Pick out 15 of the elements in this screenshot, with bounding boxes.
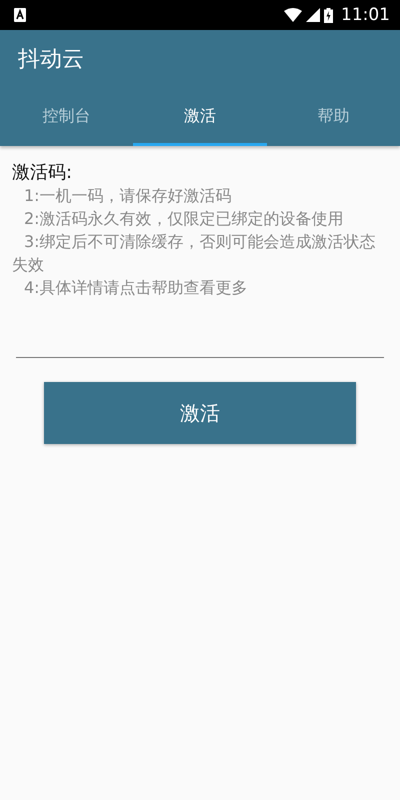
note-text: 3:绑定后不可清除缓存，否则可能会造成激活状态失效 [12, 231, 377, 276]
section-title: 激活码: [12, 161, 72, 184]
note-text: 2:激活码永久有效，仅限定已绑定的设备使用 [23, 208, 345, 230]
wifi-icon [284, 8, 302, 22]
clock-time: 11:01 [341, 5, 390, 25]
note-text: 1:一机一码，请保存好激活码 [23, 185, 233, 207]
signal-icon [306, 8, 320, 22]
app-title: 抖动云 [17, 46, 84, 74]
tab[interactable]: 帮助 [266, 88, 400, 146]
app-notification-icon [14, 8, 26, 22]
activate-button[interactable]: 激活 [44, 382, 356, 444]
tab[interactable]: 激活 [133, 88, 267, 146]
note-text: 4:具体详情请点击帮助查看更多 [23, 277, 249, 299]
tab[interactable]: 控制台 [0, 88, 134, 146]
battery-icon [324, 8, 333, 22]
